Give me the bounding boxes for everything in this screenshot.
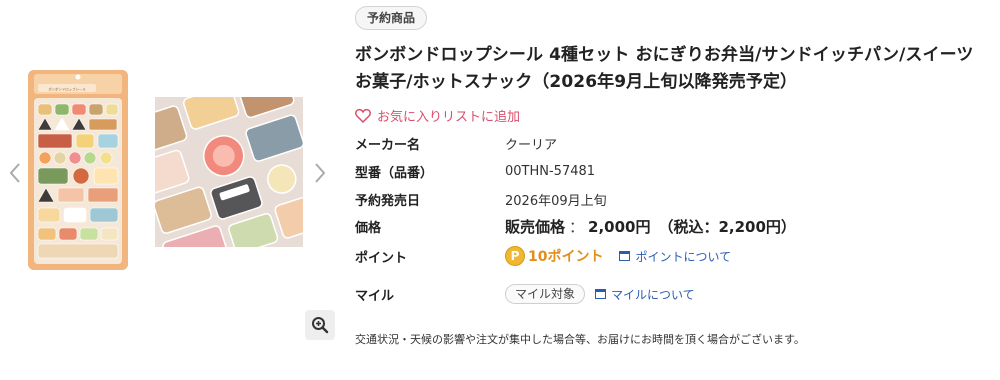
zoom-in-icon — [312, 317, 329, 334]
price-row: 価格 販売価格 ： 2,000円 （税込：2,200円） — [355, 216, 796, 237]
release-row: 予約発売日 2026年09月上旬 — [355, 190, 607, 209]
mile-eligible-badge: マイル対象 — [505, 284, 586, 304]
preorder-badge: 予約商品 — [355, 6, 428, 30]
chevron-right-icon — [315, 163, 326, 183]
price-colon: ： — [569, 218, 585, 236]
thumbnail-sticker-sheet[interactable]: ボンボンドロップシール — [28, 70, 128, 270]
release-label: 予約発売日 — [355, 194, 421, 209]
maker-label: メーカー名 — [355, 138, 421, 153]
add-to-favorites-label: お気に入りリストに追加 — [377, 110, 521, 125]
window-icon — [595, 289, 607, 299]
chevron-left-icon — [9, 163, 20, 183]
zoom-button[interactable] — [305, 310, 335, 340]
product-gallery: ボンボンドロップシール — [0, 0, 340, 380]
maker-row: メーカー名 クーリア — [355, 134, 557, 153]
mile-label: マイル — [355, 288, 395, 304]
window-icon — [619, 251, 631, 261]
price-label: 価格 — [355, 221, 382, 236]
sticker-sheet-image: ボンボンドロップシール — [28, 70, 128, 270]
prev-image-button[interactable] — [0, 158, 30, 188]
points-label: ポイント — [355, 250, 408, 266]
model-value: 00THN-57481 — [505, 164, 596, 179]
about-miles-label: マイルについて — [611, 287, 695, 302]
points-row: ポイント P 10ポイント ポイントについて — [355, 246, 731, 266]
delivery-notice: 交通状況・天候の影響や注文が集中した場合等、お届けにお時間を頂く場合がございます… — [355, 333, 805, 346]
about-points-label: ポイントについて — [635, 249, 732, 264]
price-tax-included: （税込：2,200円） — [658, 218, 796, 236]
points-value: 10ポイント — [528, 249, 604, 265]
price-prefix: 販売価格 — [505, 218, 566, 236]
mile-row: マイル マイル対象 マイルについて — [355, 284, 695, 304]
release-value: 2026年09月上旬 — [505, 194, 607, 209]
sticker-closeup-image — [155, 97, 303, 247]
point-coin-icon: P — [505, 246, 525, 266]
next-image-button[interactable] — [305, 158, 335, 188]
sticker-sheet-label: ボンボンドロップシール — [48, 87, 86, 92]
add-to-favorites-button[interactable]: お気に入りリストに追加 — [355, 106, 520, 125]
model-label: 型番（品番） — [355, 166, 434, 181]
price-value: 2,000円 — [588, 218, 651, 236]
product-title: ボンボンドロップシール 4種セット おにぎりお弁当/サンドイッチパン/スイーツお… — [355, 45, 974, 92]
about-points-link[interactable]: ポイントについて — [619, 248, 731, 265]
about-miles-link[interactable]: マイルについて — [595, 286, 695, 303]
model-row: 型番（品番） 00THN-57481 — [355, 162, 595, 181]
thumbnail-sticker-closeup[interactable] — [155, 97, 303, 247]
maker-link[interactable]: クーリア — [505, 134, 557, 153]
heart-icon — [355, 108, 371, 123]
